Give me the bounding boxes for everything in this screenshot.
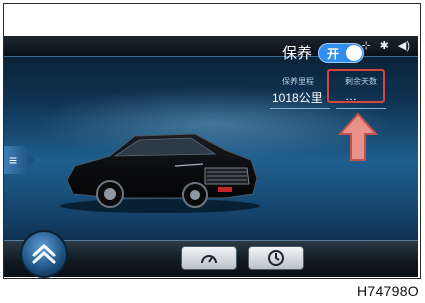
maintenance-interval-label: 保养里程 xyxy=(282,77,314,86)
menu-icon: ≡ xyxy=(9,152,18,168)
clock-button[interactable] xyxy=(248,246,304,270)
toggle-state-text: 开 xyxy=(327,46,340,61)
dashboard-button[interactable] xyxy=(181,246,237,270)
volume-icon[interactable]: ◀) xyxy=(398,39,410,53)
gauge-icon xyxy=(201,255,217,264)
days-underline xyxy=(336,108,386,109)
car-image xyxy=(60,133,260,213)
toggle-knob xyxy=(346,44,363,61)
maintenance-reminder-row: 保养 开 xyxy=(282,42,365,63)
maintenance-toggle[interactable]: 开 xyxy=(318,42,365,63)
bluetooth-icon: ✱ xyxy=(379,40,389,52)
home-icon xyxy=(32,244,56,264)
maintenance-distance-value: 1018公里 xyxy=(272,91,323,105)
figure-code: H74798O xyxy=(356,283,419,299)
remaining-days-label: 剩余天数 xyxy=(345,77,377,86)
pointer-arrow-icon xyxy=(338,112,378,161)
home-button[interactable] xyxy=(20,230,68,278)
distance-underline xyxy=(270,108,330,109)
remaining-days-value: … xyxy=(345,89,357,103)
maintenance-label: 保养 xyxy=(282,45,313,62)
clock-icon xyxy=(268,250,284,266)
